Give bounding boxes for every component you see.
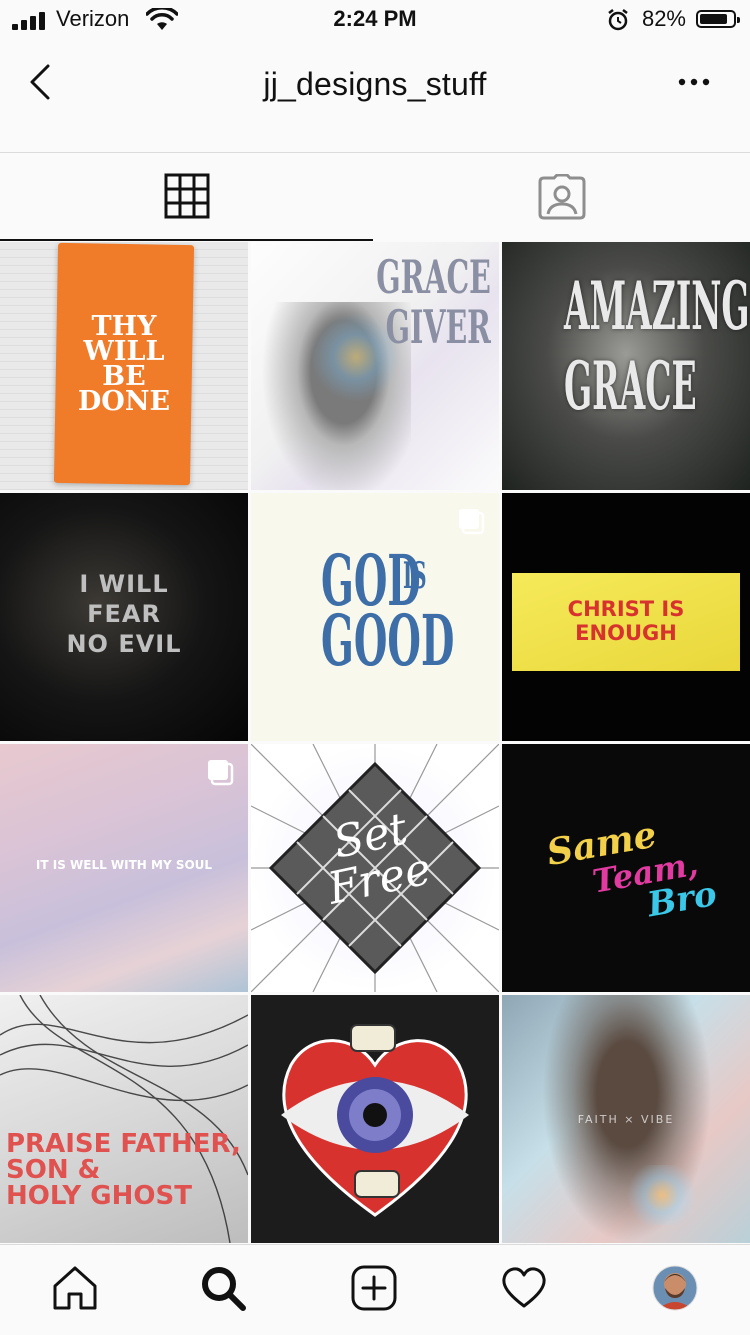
post-thy-will-be-done[interactable]: THY WILL BE DONE <box>0 242 248 490</box>
post-text: HOLY GHOST <box>6 1181 192 1211</box>
post-text: PRAISE FATHER, <box>6 1129 241 1159</box>
post-text: I WILL <box>79 570 169 598</box>
profile-header: jj_designs_stuff <box>0 40 750 153</box>
post-text: IS <box>403 555 427 597</box>
post-amazing-grace[interactable]: AMAZING GRACE <box>502 242 750 490</box>
tagged-person-icon <box>538 174 585 220</box>
bottom-tab-bar <box>0 1244 750 1335</box>
battery-icon <box>696 10 740 28</box>
alarm-icon <box>608 9 628 31</box>
heart-eye-illustration <box>281 1024 469 1217</box>
post-grace-giver[interactable]: GRACE GIVER <box>251 242 499 490</box>
post-text: NO EVIL <box>66 630 182 658</box>
post-text: ENOUGH <box>575 621 677 645</box>
post-text: FAITH × VIBE <box>577 1113 675 1126</box>
post-praise-father[interactable]: PRAISE FATHER, SON & HOLY GHOST <box>0 995 248 1243</box>
post-fear-no-evil[interactable]: I WILL FEAR NO EVIL <box>0 493 248 741</box>
profile-tabs <box>0 153 750 241</box>
post-text: IT IS WELL WITH MY SOUL <box>35 858 213 872</box>
home-icon <box>53 1266 97 1310</box>
post-text: DONE <box>77 386 171 417</box>
grid-icon <box>164 173 209 219</box>
post-text: FEAR <box>87 600 161 628</box>
more-dots-icon[interactable] <box>678 76 710 88</box>
post-set-free[interactable]: Set Free <box>251 744 499 992</box>
nav-home[interactable] <box>50 1263 100 1313</box>
avatar-icon <box>652 1265 698 1311</box>
post-faith-vibe[interactable]: FAITH × VIBE <box>502 995 750 1243</box>
multiple-photos-icon <box>459 509 485 535</box>
tab-grid[interactable] <box>0 153 373 241</box>
search-icon <box>202 1267 246 1311</box>
post-text: GRACE <box>564 347 697 425</box>
post-text: GIVER <box>385 300 491 354</box>
post-text: SON & <box>6 1155 101 1185</box>
battery-percent: 82% <box>641 6 686 31</box>
post-god-is-good[interactable]: GOD GOOD IS <box>251 493 499 741</box>
nav-profile[interactable] <box>650 1263 700 1313</box>
nav-search[interactable] <box>198 1263 248 1313</box>
nav-new-post[interactable] <box>349 1263 399 1313</box>
plus-square-icon <box>351 1265 397 1311</box>
post-same-team-bro[interactable]: Same Team, Bro <box>502 744 750 992</box>
status-bar: Verizon 2:24 PM 82% <box>0 0 750 40</box>
rainbow-flare <box>622 1165 702 1225</box>
post-text: CHRIST IS <box>567 597 685 621</box>
posts-grid: THY WILL BE DONE GRACE GIVER AMAZING GRA… <box>0 242 750 1244</box>
post-heart-eye[interactable] <box>251 995 499 1243</box>
clock: 2:24 PM <box>333 6 417 31</box>
tab-tagged[interactable] <box>375 153 748 241</box>
post-text: GOOD <box>321 599 455 682</box>
heart-icon <box>502 1267 546 1308</box>
post-text: GRACE <box>376 250 491 304</box>
post-text: AMAZING <box>564 267 750 345</box>
nav-activity[interactable] <box>499 1263 549 1313</box>
page-title: jj_designs_stuff <box>263 66 487 102</box>
post-it-is-well[interactable]: IT IS WELL WITH MY SOUL <box>0 744 248 992</box>
post-christ-is-enough[interactable]: CHRIST IS ENOUGH <box>502 493 750 741</box>
multiple-photos-icon <box>208 760 234 786</box>
